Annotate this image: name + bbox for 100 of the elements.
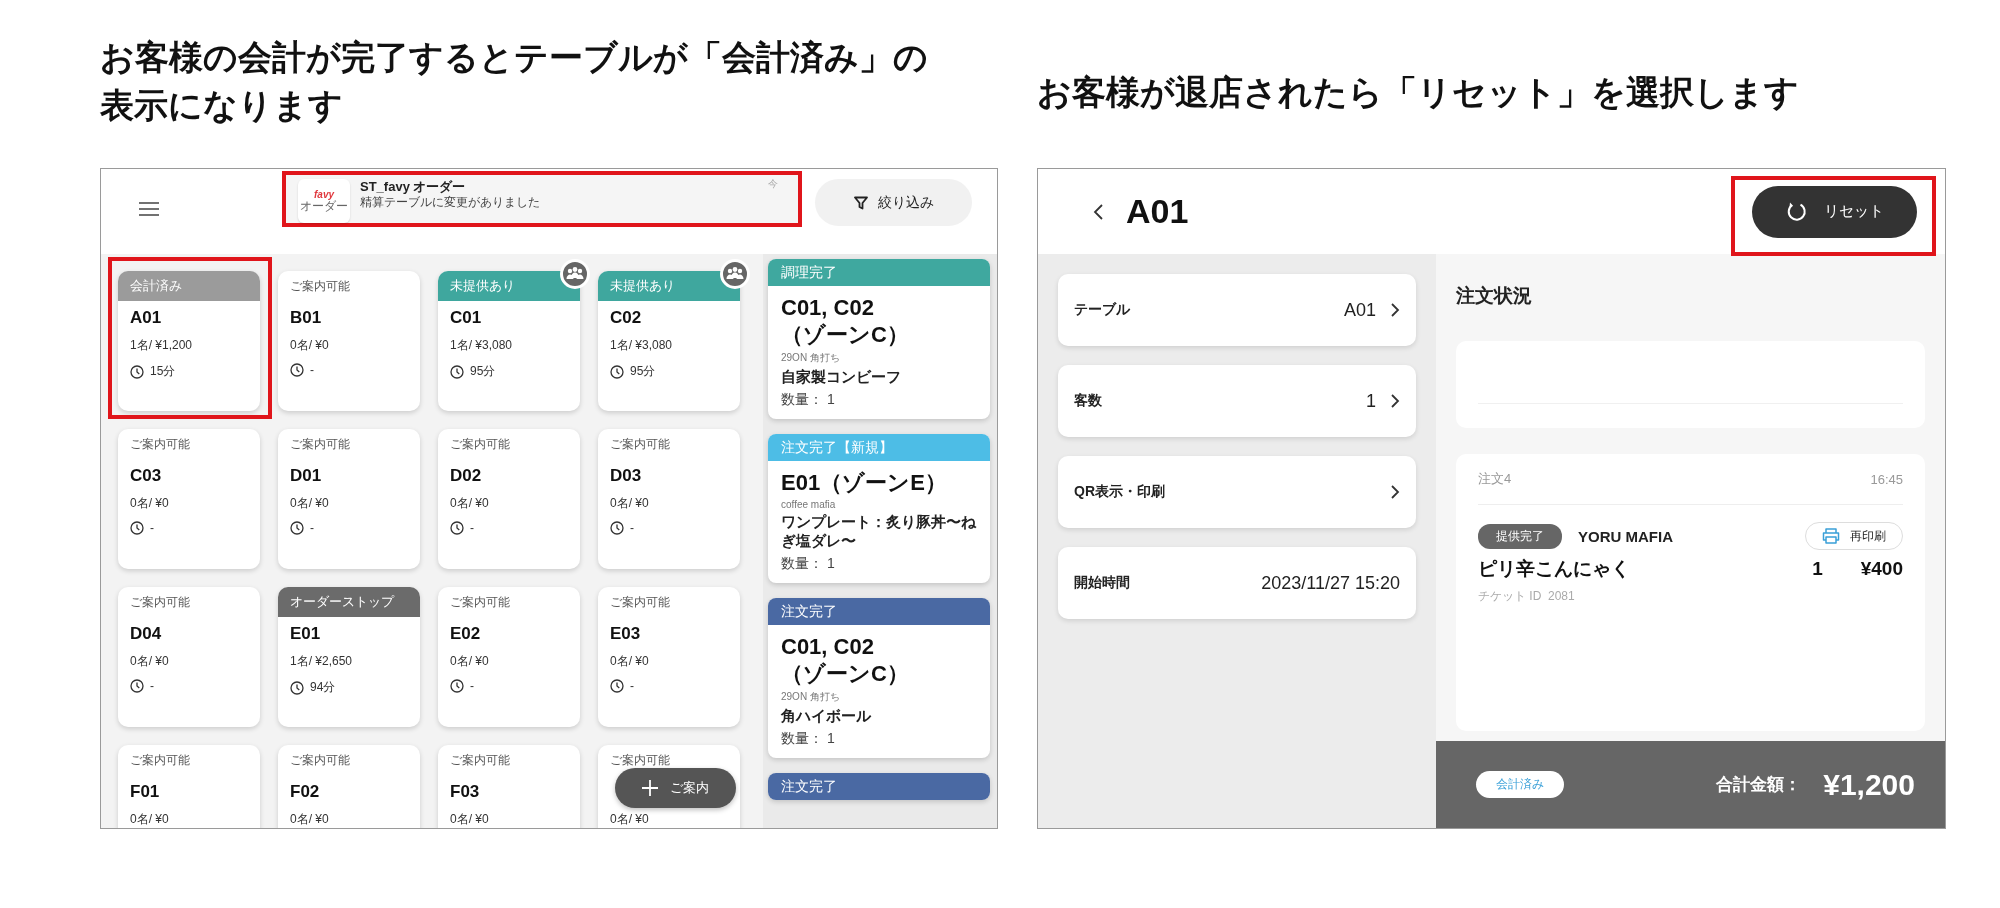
logo-subtext: オーダー	[300, 200, 348, 213]
row-label: 開始時間	[1074, 574, 1130, 592]
status-label: ご案内可能	[289, 278, 351, 295]
table-card[interactable]: 未提供あり C01 1名/ ¥3,080 95分	[438, 271, 580, 411]
logo-text: favy	[314, 189, 334, 200]
table-card[interactable]: ご案内可能 B01 0名/ ¥0 -	[278, 271, 420, 411]
status-badge: 提供完了	[1478, 523, 1562, 549]
quantity: 数量： 1	[781, 730, 835, 748]
table-card[interactable]: 会計済み A01 1名/ ¥1,200 15分	[118, 271, 260, 411]
filter-button[interactable]: 絞り込み	[815, 179, 972, 226]
table-name: F01	[130, 782, 160, 802]
status-label: ご案内可能	[289, 752, 351, 769]
elapsed-time: 94分	[310, 679, 336, 696]
table-card[interactable]: オーダーストップ E01 1名/ ¥2,650 94分	[278, 587, 420, 727]
table-name: D03	[610, 466, 642, 486]
table-card[interactable]: ご案内可能 D02 0名/ ¥0 -	[438, 429, 580, 569]
item-quantity: 1	[1812, 558, 1823, 580]
guests-amount: 1名/ ¥1,200	[130, 337, 193, 354]
table-name: A01	[130, 308, 162, 328]
row-label: QR表示・印刷	[1074, 483, 1165, 501]
table-card[interactable]: 未提供あり C02 1名/ ¥3,080 95分	[598, 271, 740, 411]
plus-icon	[642, 780, 658, 796]
status-header: オーダーストップ	[278, 587, 420, 617]
total-label: 合計金額：	[1716, 774, 1802, 796]
guests-amount: 0名/ ¥0	[610, 811, 649, 828]
row-value: 2023/11/27 15:20	[1261, 572, 1400, 594]
clock-icon	[450, 679, 464, 693]
notification-message: 精算テーブルに変更がありました	[360, 194, 540, 210]
guide-button[interactable]: ご案内	[615, 768, 736, 808]
status-header: 未提供あり	[438, 271, 580, 301]
table-name: C03	[130, 466, 162, 486]
elapsed-time: -	[470, 679, 474, 693]
quantity: 数量： 1	[781, 555, 835, 573]
status-label: ご案内可能	[289, 436, 351, 453]
table-name: B01	[290, 308, 322, 328]
table-name: D01	[290, 466, 322, 486]
status-label: ご案内可能	[609, 436, 671, 453]
status-label: ご案内可能	[609, 752, 671, 769]
order-ticket[interactable]: 注文完了【新規】 E01（ゾーンE） coffee mafia ワンプレート：炙り豚丼〜ねぎ塩ダレ〜 数量： 1	[768, 434, 990, 583]
table-name: E01	[290, 624, 321, 644]
setting-row[interactable]: 開始時間 2023/11/27 15:20	[1058, 547, 1416, 619]
app-name: ST_favy オーダー	[360, 179, 467, 194]
guests-amount: 0名/ ¥0	[290, 495, 329, 512]
elapsed-time: -	[150, 679, 154, 693]
status-label: ご案内可能	[449, 594, 511, 611]
ticket-table: E01（ゾーンE）	[781, 469, 977, 496]
table-card[interactable]: ご案内可能 D04 0名/ ¥0 -	[118, 587, 260, 727]
clock-icon	[290, 363, 304, 377]
clock-icon	[610, 521, 624, 535]
clock-icon	[610, 364, 624, 379]
page-title: A01	[1126, 192, 1189, 231]
row-value: 1	[1366, 390, 1376, 412]
table-name: E03	[610, 624, 641, 644]
elapsed-time: -	[630, 521, 634, 535]
caption-text: お客様の会計が完了するとテーブルが「会計済み」の表示になります	[100, 37, 929, 126]
clock-icon	[610, 679, 624, 693]
elapsed-time: 15分	[150, 363, 176, 380]
table-card[interactable]: ご案内可能 D03 0名/ ¥0 -	[598, 429, 740, 569]
order-ticket[interactable]: 調理完了 C01, C02 （ゾーンC） 29ON 角打ち 自家製コンビーフ 数量： 1	[768, 259, 990, 419]
guests-amount: 1名/ ¥3,080	[450, 337, 513, 354]
back-icon[interactable]	[1093, 202, 1104, 221]
ticket-table: C01, C02 （ゾーンC）	[781, 633, 977, 687]
row-value: A01	[1343, 299, 1376, 321]
clock-icon	[290, 521, 304, 535]
row-label: 客数	[1074, 392, 1102, 410]
status-label: ご案内可能	[129, 594, 191, 611]
elapsed-time: 95分	[470, 363, 496, 380]
elapsed-time: -	[630, 679, 634, 693]
table-card[interactable]: ご案内可能 F03 0名/ ¥0	[438, 745, 580, 828]
status-label: ご案内可能	[449, 436, 511, 453]
section-title: 注文状況	[1456, 284, 1533, 308]
shop-name: 29ON 角打ち	[781, 351, 840, 365]
guests-amount: 0名/ ¥0	[290, 811, 329, 828]
guests-amount: 1名/ ¥2,650	[290, 653, 353, 670]
reprint-button[interactable]: 再印刷	[1805, 522, 1903, 550]
total-amount: ¥1,200	[1823, 767, 1915, 802]
elapsed-time: -	[310, 521, 314, 535]
clock-icon	[130, 679, 144, 693]
item-price: ¥400	[1860, 558, 1903, 580]
item-name: ワンプレート：炙り豚丼〜ねぎ塩ダレ〜	[781, 512, 977, 550]
table-card[interactable]: ご案内可能 F01 0名/ ¥0	[118, 745, 260, 828]
setting-row[interactable]: 客数 1	[1058, 365, 1416, 437]
status-header: 会計済み	[118, 271, 260, 301]
order-time: 16:45	[1870, 471, 1903, 487]
reset-button[interactable]: リセット	[1752, 185, 1917, 238]
setting-row[interactable]: QR表示・印刷	[1058, 456, 1416, 528]
table-card[interactable]: ご案内可能 D01 0名/ ¥0 -	[278, 429, 420, 569]
filter-icon	[853, 195, 868, 210]
table-card[interactable]: ご案内可能 E02 0名/ ¥0 -	[438, 587, 580, 727]
status-label: ご案内可能	[129, 752, 191, 769]
ticket-status: 調理完了	[768, 259, 990, 286]
order-ticket[interactable]: 注文完了 C01, C02 （ゾーンC） 29ON 角打ち 角ハイボール 数量： 1	[768, 598, 990, 758]
table-card[interactable]: ご案内可能 C03 0名/ ¥0 -	[118, 429, 260, 569]
table-name: C02	[610, 308, 642, 328]
setting-row[interactable]: テーブル A01	[1058, 274, 1416, 346]
shop-name: 29ON 角打ち	[781, 690, 840, 704]
table-card[interactable]: ご案内可能 E03 0名/ ¥0 -	[598, 587, 740, 727]
table-card[interactable]: ご案内可能 F02 0名/ ¥0	[278, 745, 420, 828]
notification-time: 今	[768, 177, 778, 191]
elapsed-time: -	[310, 363, 314, 377]
